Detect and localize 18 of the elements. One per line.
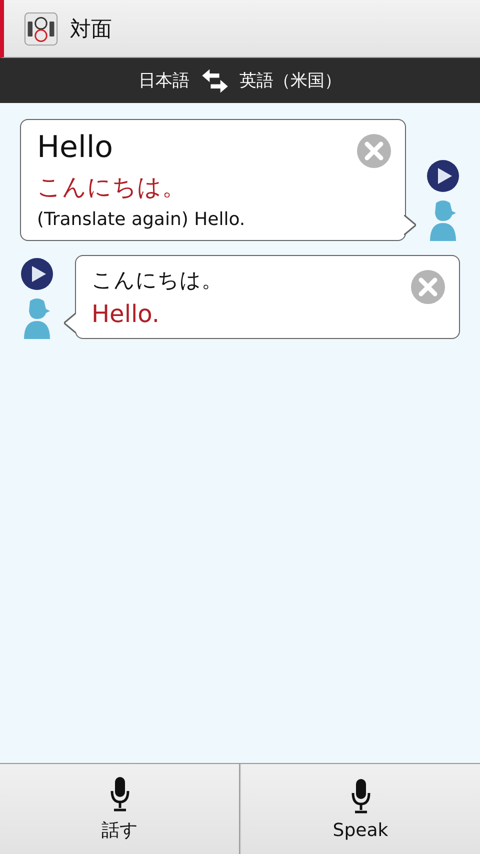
- play-icon[interactable]: [426, 159, 460, 193]
- speak-button[interactable]: 話す: [0, 764, 240, 854]
- target-language[interactable]: 英語（米国）: [240, 69, 342, 92]
- source-text: こんにちは。: [92, 267, 222, 294]
- retranslation-text: (Translate again) Hello.: [37, 209, 246, 230]
- person-icon: [428, 199, 458, 241]
- source-language[interactable]: 日本語: [138, 69, 190, 92]
- swap-icon[interactable]: [200, 68, 230, 94]
- translation-text: Hello.: [92, 300, 161, 328]
- speak-button[interactable]: Speak: [240, 764, 480, 854]
- person-icon: [22, 297, 52, 339]
- play-icon[interactable]: [20, 257, 54, 291]
- microphone-icon: [110, 776, 130, 812]
- microphone-icon: [350, 778, 370, 814]
- source-text: Hello: [37, 130, 114, 165]
- screen-title: 対面: [70, 16, 112, 42]
- app-icon: [24, 12, 58, 46]
- translation-text: こんにちは。: [37, 172, 187, 203]
